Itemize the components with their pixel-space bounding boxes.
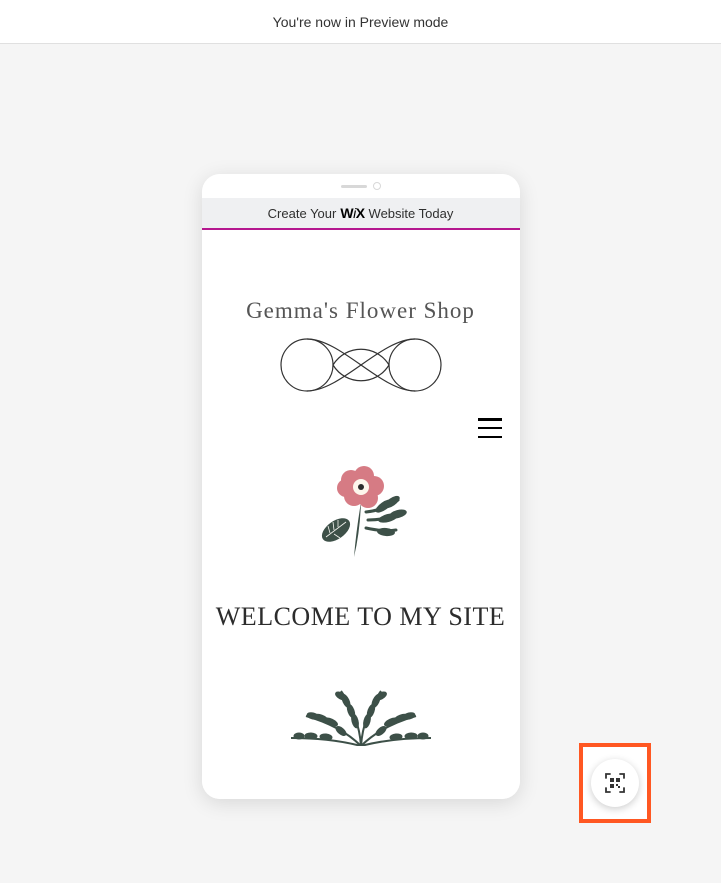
- infinity-logo-icon: [202, 336, 520, 394]
- site-title: Gemma's Flower Shop: [202, 298, 520, 324]
- wix-logo-icon: WiX: [340, 205, 364, 221]
- phone-notch: [202, 174, 520, 198]
- wix-ad-banner[interactable]: Create Your WiX Website Today: [202, 198, 520, 230]
- preview-mode-bar: You're now in Preview mode: [0, 0, 721, 44]
- preview-mode-label: You're now in Preview mode: [273, 14, 449, 30]
- fern-illustration-icon: [202, 676, 520, 746]
- preview-canvas: Create Your WiX Website Today Gemma's Fl…: [0, 44, 721, 883]
- notch-speaker: [341, 185, 367, 188]
- menu-hamburger-icon[interactable]: [478, 418, 502, 438]
- qr-scan-button[interactable]: [591, 759, 639, 807]
- qr-scan-icon: [604, 772, 626, 794]
- wix-banner-prefix: Create Your: [268, 206, 337, 221]
- welcome-heading: Welcome to My Site: [202, 602, 520, 632]
- site-viewport: Gemma's Flower Shop: [202, 230, 520, 799]
- notch-camera: [373, 182, 381, 190]
- wix-banner-suffix: Website Today: [369, 206, 454, 221]
- qr-button-highlight: [579, 743, 651, 823]
- mobile-device-frame: Create Your WiX Website Today Gemma's Fl…: [202, 174, 520, 799]
- flower-illustration-icon: [202, 462, 520, 562]
